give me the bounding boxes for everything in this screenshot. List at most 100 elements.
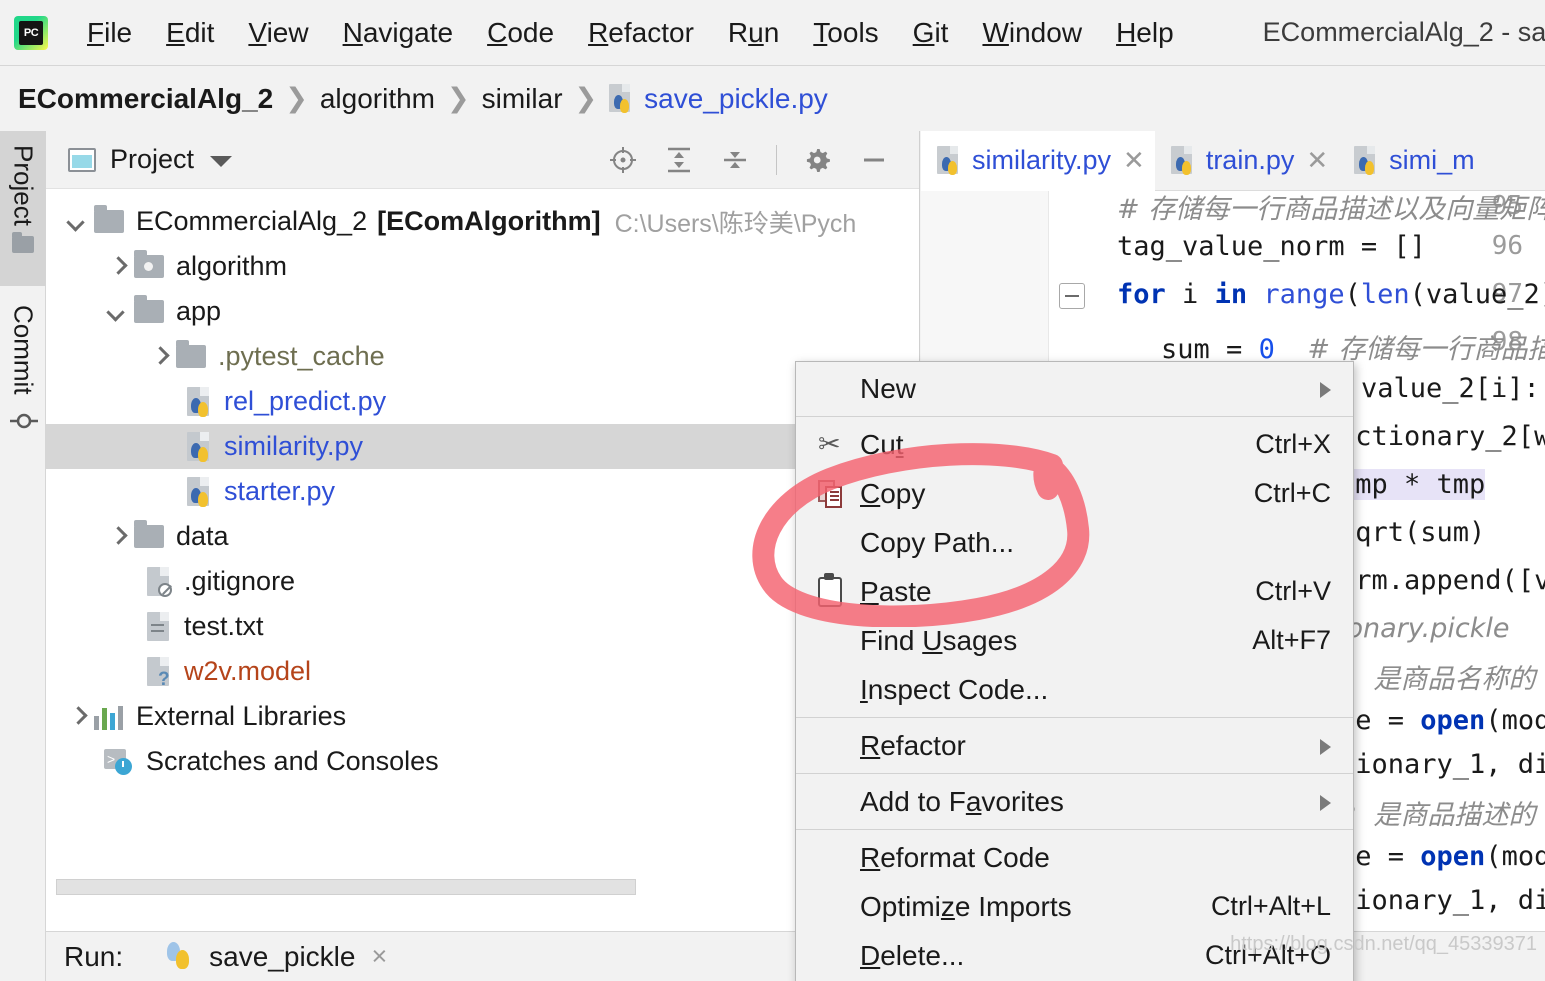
- context-menu-item-new[interactable]: New: [796, 364, 1353, 413]
- context-menu-item-cut[interactable]: ✂ Cut Ctrl+X: [796, 420, 1353, 469]
- chevron-right-icon[interactable]: [64, 704, 90, 730]
- context-menu-item-find-usages[interactable]: Find Usages Alt+F7: [796, 616, 1353, 665]
- menu-label: Delete...: [860, 939, 965, 971]
- menu-help[interactable]: Help: [1099, 18, 1191, 47]
- menu-accelerator: Ctrl+V: [1255, 576, 1331, 606]
- tab-train-py[interactable]: train.py ✕: [1155, 131, 1338, 191]
- tree-label-scratches: Scratches and Consoles: [146, 746, 439, 776]
- context-menu-item-reformat-code[interactable]: Reformat Code: [796, 833, 1353, 882]
- code-fragment: 1 是商品名称的: [1339, 664, 1536, 695]
- menu-accelerator: Ctrl+C: [1253, 478, 1331, 508]
- menu-refactor[interactable]: Refactor: [571, 18, 711, 47]
- breadcrumb-item-project[interactable]: ECommercialAlg_2: [18, 83, 273, 115]
- tree-row-starter[interactable]: starter.py: [46, 469, 919, 514]
- code-fragment: le = open(mod: [1339, 705, 1545, 736]
- close-icon[interactable]: ×: [371, 941, 387, 972]
- settings-gear-icon[interactable]: [803, 145, 833, 175]
- code-fragment: tionary_1, di: [1339, 749, 1545, 780]
- breadcrumb-separator: ❯: [447, 83, 470, 113]
- tree-row-similarity[interactable]: similarity.py: [46, 424, 919, 469]
- unknown-file-icon: ?: [146, 656, 173, 689]
- scratches-icon: >: [104, 748, 134, 775]
- code-fragment: value_2[i]:: [1361, 373, 1540, 404]
- menu-separator: [796, 773, 1353, 774]
- tree-row-external-libraries[interactable]: External Libraries: [46, 694, 919, 739]
- locate-target-icon[interactable]: [608, 145, 638, 175]
- menu-code[interactable]: Code: [470, 18, 571, 47]
- tab-simi-m[interactable]: simi_m: [1338, 131, 1485, 191]
- pycharm-window: PC File Edit View Navigate Code Refactor…: [0, 0, 1545, 981]
- sidebar-tab-project[interactable]: Project: [0, 131, 46, 286]
- context-menu-item-copy[interactable]: Copy Ctrl+C: [796, 469, 1353, 518]
- menu-label: Inspect Code...: [860, 673, 1049, 705]
- chevron-right-icon: [1320, 795, 1331, 811]
- project-hscrollbar-thumb[interactable]: [56, 879, 636, 895]
- breadcrumb-item-similar[interactable]: similar: [482, 83, 563, 115]
- tree-row-algorithm[interactable]: algorithm: [46, 244, 919, 289]
- tree-row-scratches[interactable]: > Scratches and Consoles: [46, 739, 919, 784]
- close-icon[interactable]: ✕: [1123, 145, 1145, 176]
- code-fragment: ionary.pickle: [1339, 613, 1510, 644]
- tree-row-rel-predict[interactable]: rel_predict.py: [46, 379, 919, 424]
- pycharm-logo-icon: PC: [14, 15, 48, 50]
- context-menu-item-optimize-imports[interactable]: Optimize Imports Ctrl+Alt+L: [796, 882, 1353, 931]
- collapse-all-icon[interactable]: [720, 145, 750, 175]
- tree-row-app[interactable]: app: [46, 289, 919, 334]
- context-menu-item-inspect-code[interactable]: Inspect Code...: [796, 665, 1353, 714]
- context-menu-item-refactor[interactable]: Refactor: [796, 721, 1353, 770]
- fold-toggle-icon[interactable]: [1059, 283, 1085, 309]
- minimize-icon[interactable]: [859, 145, 889, 175]
- python-file-icon: [1354, 145, 1380, 176]
- commit-icon: [8, 407, 39, 435]
- libraries-icon: [94, 704, 124, 730]
- run-configuration-name[interactable]: save_pickle: [209, 941, 355, 973]
- tree-row-test-txt[interactable]: test.txt: [46, 604, 919, 649]
- tree-row-gitignore[interactable]: .gitignore: [46, 559, 919, 604]
- folder-icon: [134, 295, 164, 323]
- python-file-icon: [186, 431, 213, 463]
- tree-label-similarity: similarity.py: [224, 431, 364, 461]
- chevron-right-icon[interactable]: [104, 524, 130, 550]
- menu-label: Copy Path...: [860, 526, 1015, 558]
- chevron-down-icon[interactable]: [64, 209, 90, 235]
- context-menu-item-copy-path[interactable]: Copy Path...: [796, 518, 1353, 567]
- menu-accelerator: Alt+F7: [1252, 625, 1331, 655]
- sidebar-tab-commit[interactable]: Commit: [0, 291, 46, 451]
- tree-label-pytest-cache: .pytest_cache: [218, 341, 385, 371]
- tree-row-data[interactable]: data: [46, 514, 919, 559]
- breadcrumb-item-file[interactable]: save_pickle.py: [644, 83, 828, 115]
- run-label: Run:: [64, 940, 124, 972]
- menu-window[interactable]: Window: [965, 18, 1099, 47]
- menu-run[interactable]: Run: [711, 18, 796, 47]
- close-icon[interactable]: ✕: [1306, 145, 1328, 176]
- menu-edit[interactable]: Edit: [149, 18, 231, 47]
- context-menu-item-paste[interactable]: Paste Ctrl+V: [796, 567, 1353, 616]
- tree-row-w2v-model[interactable]: ? w2v.model: [46, 649, 919, 694]
- chevron-down-icon[interactable]: [104, 299, 130, 325]
- chevron-right-icon[interactable]: [104, 254, 130, 280]
- menu-label: Find Usages: [860, 624, 1018, 656]
- menu-accelerator: Ctrl+X: [1255, 429, 1331, 459]
- tree-row-root[interactable]: ECommercialAlg_2 [EComAlgorithm] C:\User…: [46, 199, 919, 244]
- tab-similarity-py[interactable]: similarity.py ✕: [921, 131, 1155, 191]
- tab-label: similarity.py: [972, 145, 1112, 175]
- expand-all-icon[interactable]: [664, 145, 694, 175]
- tree-row-pytest-cache[interactable]: .pytest_cache: [46, 334, 919, 379]
- menu-label: Copy: [860, 477, 926, 509]
- project-hscrollbar-track[interactable]: [56, 879, 911, 895]
- watermark: https://blog.csdn.net/qq_45339371: [1230, 933, 1537, 955]
- tree-label-gitignore: .gitignore: [184, 566, 296, 596]
- chevron-down-icon[interactable]: [210, 156, 233, 167]
- menu-separator: [796, 717, 1353, 718]
- chevron-right-icon[interactable]: [146, 344, 172, 370]
- context-menu-item-add-to-favorites[interactable]: Add to Favorites: [796, 777, 1353, 826]
- menu-navigate[interactable]: Navigate: [326, 18, 471, 47]
- tree-label-data: data: [176, 521, 229, 551]
- menu-view[interactable]: View: [231, 18, 325, 47]
- code-fragment: sqrt(sum): [1339, 517, 1486, 548]
- menu-git[interactable]: Git: [896, 18, 966, 47]
- project-panel-title: Project: [110, 144, 195, 174]
- breadcrumb-item-algorithm[interactable]: algorithm: [320, 83, 435, 115]
- menu-tools[interactable]: Tools: [796, 18, 895, 47]
- menu-file[interactable]: File: [70, 18, 149, 47]
